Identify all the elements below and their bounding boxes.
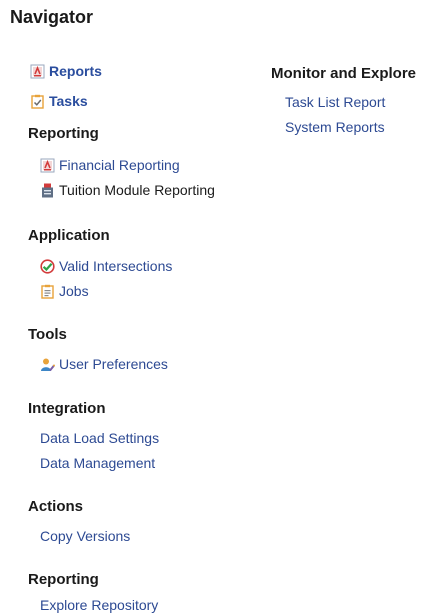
- link-copy-versions[interactable]: Copy Versions: [40, 528, 130, 544]
- link-jobs[interactable]: Jobs: [40, 283, 89, 299]
- module-icon: [40, 183, 55, 198]
- link-financial-reporting[interactable]: Financial Reporting: [40, 157, 180, 173]
- nav-link-label: Tasks: [49, 93, 88, 109]
- section-heading-reporting: Reporting: [28, 125, 99, 142]
- section-heading-integration: Integration: [28, 400, 106, 417]
- section-heading-reporting-2: Reporting: [28, 571, 99, 588]
- link-data-management[interactable]: Data Management: [40, 455, 155, 471]
- section-heading-monitor: Monitor and Explore: [271, 65, 417, 82]
- report-icon: [40, 158, 55, 173]
- nav-link-label: Reports: [49, 63, 102, 79]
- link-task-list-report[interactable]: Task List Report: [285, 94, 385, 110]
- link-user-preferences[interactable]: User Preferences: [40, 356, 168, 372]
- link-valid-intersections[interactable]: Valid Intersections: [40, 258, 172, 274]
- link-tuition-module-reporting[interactable]: Tuition Module Reporting: [40, 182, 215, 198]
- valid-intersections-icon: [40, 258, 55, 274]
- link-explore-repository[interactable]: Explore Repository: [40, 597, 158, 613]
- link-data-load-settings[interactable]: Data Load Settings: [40, 430, 159, 446]
- section-heading-application: Application: [28, 227, 110, 244]
- link-system-reports[interactable]: System Reports: [285, 119, 385, 135]
- section-heading-actions: Actions: [28, 498, 84, 515]
- link-label: Tuition Module Reporting: [59, 182, 215, 198]
- user-preferences-icon: [40, 357, 55, 372]
- page-title: Navigator: [10, 7, 94, 27]
- link-label: Jobs: [59, 283, 89, 299]
- section-heading-tools: Tools: [28, 326, 67, 343]
- tasks-icon: [30, 94, 45, 109]
- report-icon: [30, 64, 45, 79]
- nav-link-tasks[interactable]: Tasks: [30, 93, 88, 109]
- link-label: Financial Reporting: [59, 157, 180, 173]
- nav-link-reports[interactable]: Reports: [30, 63, 102, 79]
- jobs-icon: [40, 284, 55, 299]
- link-label: Valid Intersections: [59, 258, 173, 274]
- link-label: User Preferences: [59, 356, 168, 372]
